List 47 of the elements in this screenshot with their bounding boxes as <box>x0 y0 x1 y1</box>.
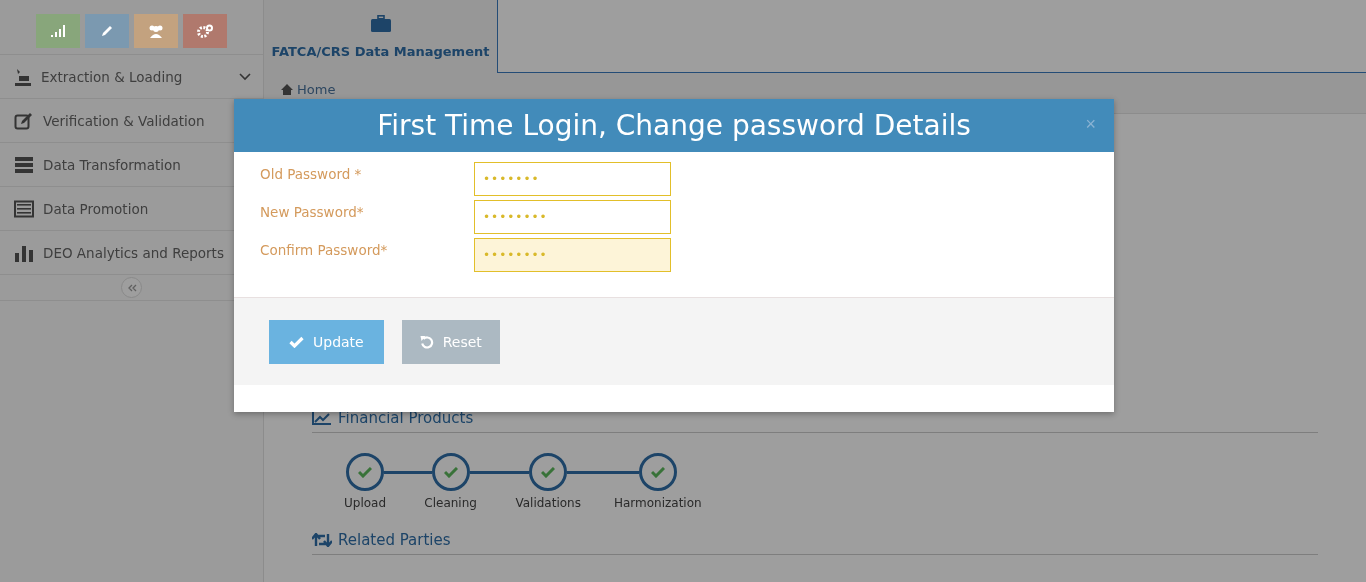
check-icon <box>541 466 556 478</box>
password-field[interactable]: ••••••• <box>474 162 671 196</box>
sidebar-item-label: Data Transformation <box>43 156 182 173</box>
line-chart-icon <box>312 411 332 425</box>
check-icon <box>650 466 665 478</box>
shortcut-button[interactable] <box>36 14 80 48</box>
tab-label: FATCA/CRS Data Management <box>271 43 490 59</box>
sidebar-item-label: Data Promotion <box>43 200 150 217</box>
shortcut-button[interactable] <box>85 14 129 48</box>
step-label: Harmonization <box>613 496 702 510</box>
sidebar-item-label: Extraction & Loading <box>41 68 184 85</box>
double-chevron-icon <box>126 283 137 292</box>
sidebar-item-label: Verification & Validation <box>43 112 206 129</box>
check-icon <box>443 466 458 478</box>
section-title: Related Parties <box>338 531 451 549</box>
sidebar-item-label: DEO Analytics and Reports <box>43 244 225 261</box>
briefcase-icon <box>370 14 391 32</box>
check-icon <box>358 466 372 478</box>
field-label: Confirm Password* <box>260 241 389 258</box>
password-field[interactable]: •••••••• <box>474 238 671 272</box>
shortcut-button[interactable] <box>183 14 227 48</box>
password-field[interactable]: •••••••• <box>474 200 671 234</box>
undo-icon <box>419 334 434 349</box>
shortcut-button[interactable] <box>134 14 178 48</box>
pencil-icon <box>100 24 114 38</box>
reset-button[interactable]: Reset <box>401 319 500 364</box>
tab[interactable]: FATCA/CRS Data Management <box>264 0 498 73</box>
breadcrumb-link[interactable]: Home <box>297 81 336 97</box>
dialog-title: First Time Login, Change password Details <box>377 109 971 142</box>
field-label: New Password* <box>260 203 365 220</box>
sidebar-item[interactable]: Extraction & Loading <box>0 55 263 99</box>
signal-bars-icon <box>51 25 65 37</box>
bar-chart-icon <box>14 243 34 262</box>
check-icon <box>289 335 304 348</box>
field-label: Old Password * <box>260 165 363 182</box>
collapse-button[interactable] <box>121 277 142 298</box>
server-icon <box>14 155 34 174</box>
update-button[interactable]: Update <box>269 319 384 364</box>
list-icon <box>14 199 34 218</box>
step-label: Validations <box>515 496 581 510</box>
step-label: Upload <box>344 496 387 510</box>
repeat-icon <box>312 533 332 547</box>
step-label: Cleaning <box>424 496 477 510</box>
edit-icon <box>14 111 34 130</box>
home-icon <box>281 83 293 95</box>
section-title: Financial Products <box>338 409 474 427</box>
users-icon <box>147 24 165 38</box>
